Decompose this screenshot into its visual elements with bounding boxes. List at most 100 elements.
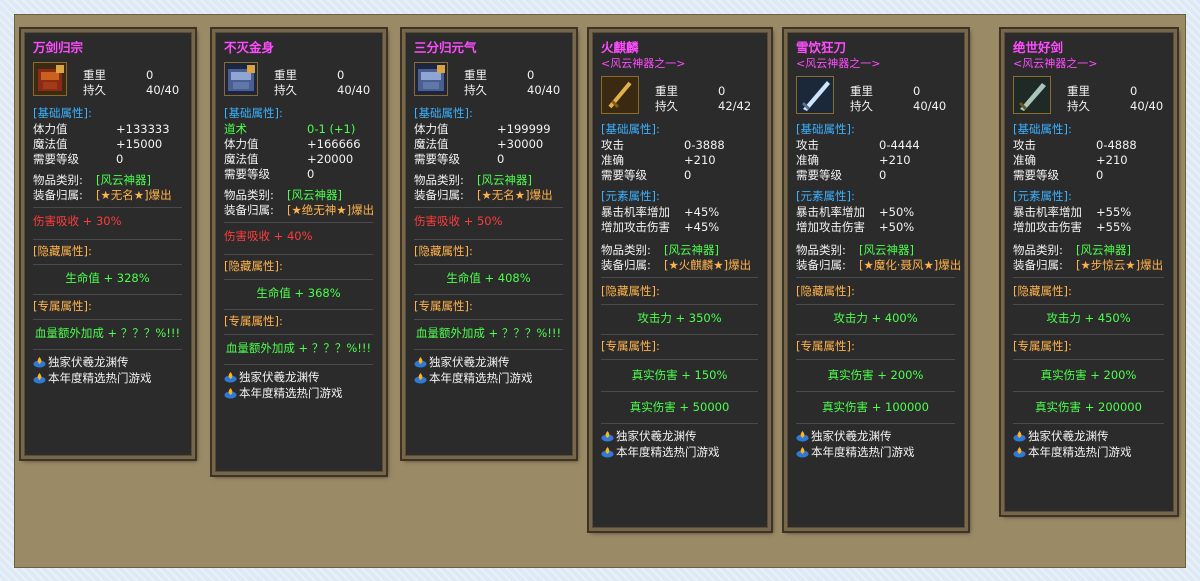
durability-label: 持久: [464, 83, 487, 97]
drop-source-label: 装备归属:: [33, 188, 83, 202]
stat-label: 攻击: [796, 138, 819, 152]
stat-label: 需要等级: [1013, 168, 1059, 182]
drop-source-value: [★魔化·聂风★]爆出: [859, 258, 962, 272]
durability-value: 40/40: [337, 83, 371, 97]
stat-label: 准确: [1013, 153, 1036, 167]
hidden-attr-header: [隐藏属性]:: [1013, 284, 1072, 298]
exclusive-attr-header: [专属属性]:: [1013, 339, 1072, 353]
item-name: 三分归元气: [414, 40, 477, 55]
promo-text: 本年度精选热门游戏: [429, 370, 533, 385]
durability-label: 持久: [1067, 99, 1090, 113]
tooltip-gallery: 万剑归宗 重里 0 持久 40/40 [基础属性]: 体力值 +133333 魔法值 +…: [14, 14, 1186, 568]
promo-line: 独家伏羲龙渊传: [224, 369, 383, 385]
stat-label: 增加攻击伤害: [1013, 220, 1082, 234]
flame-icon: [796, 447, 809, 458]
stat-value: +20000: [307, 152, 354, 166]
stat-value: +55%: [1096, 205, 1132, 219]
stat-value: 0: [1096, 168, 1104, 182]
item-class-value: [风云神器]: [859, 243, 914, 257]
stat-value: +210: [684, 153, 716, 167]
stat-label: 需要等级: [33, 152, 79, 166]
item-class-label: 物品类别:: [1013, 243, 1063, 257]
weight-value: 0: [146, 68, 154, 82]
promo-text: 本年度精选热门游戏: [811, 444, 915, 459]
stat-label: 准确: [796, 153, 819, 167]
item-tooltip-2: 不灭金身 重里 0 持久 40/40 [基础属性]: 道术 0-1 (+1) 体力值 +…: [210, 27, 388, 477]
sword-gold-icon: [601, 76, 639, 114]
stat-value: +199999: [497, 122, 551, 136]
promo-text: 本年度精选热门游戏: [48, 370, 152, 385]
hidden-attr-header: [隐藏属性]:: [414, 244, 473, 258]
promo-line: 本年度精选热门游戏: [33, 370, 192, 386]
exclusive-attr-header: [专属属性]:: [601, 339, 660, 353]
durability-value: 40/40: [146, 83, 180, 97]
drop-source-label: 装备归属:: [224, 203, 274, 217]
armor-red-icon: [33, 62, 67, 96]
durability-label: 持久: [274, 83, 297, 97]
exclusive-attr-header: [专属属性]:: [414, 299, 473, 313]
weight-value: 0: [718, 84, 726, 98]
drop-source-value: [★无名★]爆出: [96, 188, 172, 202]
hidden-attr-header: [隐藏属性]:: [601, 284, 660, 298]
durability-label: 持久: [850, 99, 873, 113]
item-class-label: 物品类别:: [224, 188, 274, 202]
item-name: 雪饮狂刀: [796, 40, 847, 55]
drop-source-label: 装备归属:: [1013, 258, 1063, 272]
drop-source-value: [★无名★]爆出: [477, 188, 553, 202]
stat-label: 魔法值: [414, 137, 449, 151]
item-tooltip-4: 火麒麟 <风云神器之一> 重里 0 持久 42/42 [基础属性]: 攻击 0-388…: [587, 27, 773, 533]
weight-label: 重里: [850, 84, 873, 98]
stat-value: +210: [879, 153, 911, 167]
promo-text: 独家伏羲龙渊传: [48, 354, 129, 369]
weight-value: 0: [1130, 84, 1138, 98]
stat-value: +133333: [116, 122, 170, 136]
promo-line: 独家伏羲龙渊传: [33, 354, 192, 370]
flame-icon: [224, 388, 237, 399]
promo-text: 独家伏羲龙渊传: [811, 428, 892, 443]
stat-value: 0-1 (+1): [307, 122, 356, 136]
promo-text: 本年度精选热门游戏: [1028, 444, 1132, 459]
item-tooltip-5: 雪饮狂刀 <风云神器之一> 重里 0 持久 40/40 [基础属性]: 攻击 0-44…: [782, 27, 970, 533]
flame-icon: [1013, 431, 1026, 442]
base-attr-header: [基础属性]:: [224, 106, 283, 120]
item-subtitle: <风云神器之一>: [1013, 57, 1098, 70]
promo-line: 独家伏羲龙渊传: [601, 428, 768, 444]
item-name: 火麒麟: [601, 40, 639, 55]
durability-label: 持久: [83, 83, 106, 97]
item-class-value: [风云神器]: [96, 173, 151, 187]
stat-label: 需要等级: [601, 168, 647, 182]
sword-green-icon: [1013, 76, 1051, 114]
exclusive-attr-value: 血量额外加成 + ？？？%!!!: [225, 341, 372, 355]
item-class-label: 物品类别:: [414, 173, 464, 187]
item-name: 不灭金身: [224, 40, 275, 55]
base-attr-header: [基础属性]:: [1013, 122, 1072, 136]
promo-line: 本年度精选热门游戏: [414, 370, 573, 386]
flame-icon: [414, 357, 427, 368]
durability-label: 持久: [655, 99, 678, 113]
hidden-attr-value: 生命值 + 368%: [256, 286, 341, 300]
item-class-value: [风云神器]: [664, 243, 719, 257]
flame-icon: [601, 447, 614, 458]
flame-icon: [414, 373, 427, 384]
blade-ice-icon: [796, 76, 834, 114]
stat-label: 准确: [601, 153, 624, 167]
item-class-value: [风云神器]: [477, 173, 532, 187]
stat-label: 暴击机率增加: [601, 205, 670, 219]
weight-value: 0: [337, 68, 345, 82]
stat-label: 增加攻击伤害: [601, 220, 670, 234]
element-attr-header: [元素属性]:: [796, 189, 855, 203]
drop-source-label: 装备归属:: [414, 188, 464, 202]
stat-value: +45%: [684, 220, 720, 234]
base-attr-header: [基础属性]:: [796, 122, 855, 136]
item-name: 万剑归宗: [33, 40, 84, 55]
hidden-attr-header: [隐藏属性]:: [224, 259, 283, 273]
promo-line: 独家伏羲龙渊传: [1013, 428, 1174, 444]
exclusive-attr-header: [专属属性]:: [224, 314, 283, 328]
item-subtitle: <风云神器之一>: [601, 57, 686, 70]
weight-label: 重里: [1067, 84, 1090, 98]
item-tooltip-1: 万剑归宗 重里 0 持久 40/40 [基础属性]: 体力值 +133333 魔法值 +…: [19, 27, 197, 461]
flame-icon: [33, 373, 46, 384]
element-attr-header: [元素属性]:: [601, 189, 660, 203]
stat-value: +50%: [879, 220, 915, 234]
stat-value: 0: [497, 152, 505, 166]
